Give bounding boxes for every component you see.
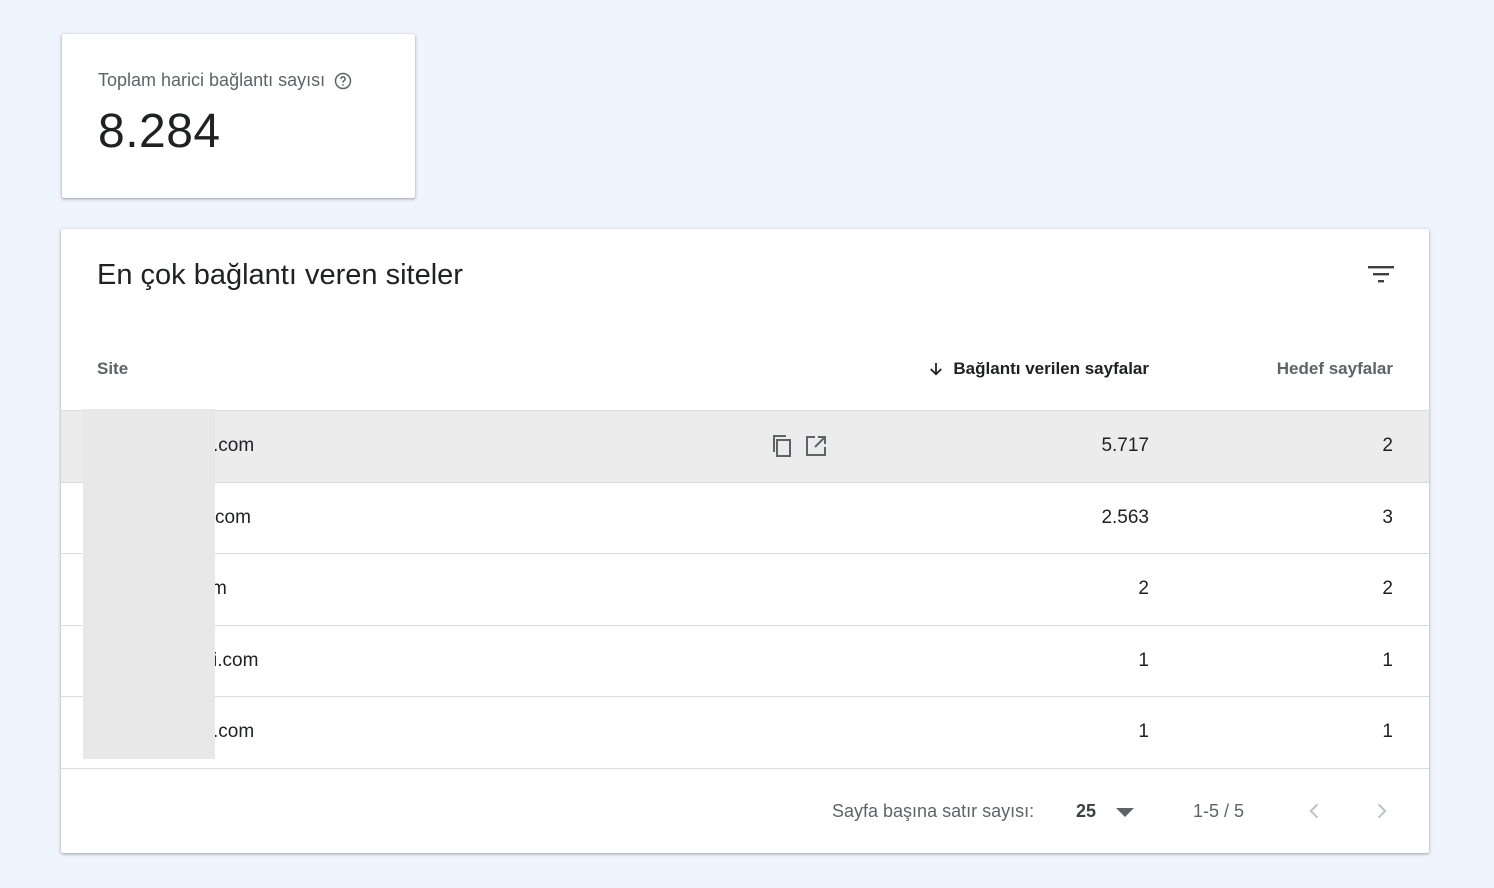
- cell-linking-pages: 2: [1138, 578, 1149, 600]
- cell-target-pages: 3: [1382, 506, 1393, 528]
- card-title: En çok bağlantı veren siteler: [97, 259, 463, 291]
- stat-label-text: Toplam harici bağlantı sayısı: [98, 70, 326, 90]
- cell-site: i.com: [213, 649, 259, 671]
- row-actions: [769, 433, 829, 459]
- redaction-block: [83, 409, 215, 759]
- cell-target-pages: 1: [1382, 721, 1393, 743]
- total-external-links-card: Toplam harici bağlantı sayısı 8.284: [62, 34, 415, 198]
- cell-site: com: [215, 506, 251, 528]
- pagination-footer: Sayfa başına satır sayısı: 25 1-5 / 5: [61, 769, 1429, 853]
- cell-site: .com: [213, 721, 255, 743]
- filter-button[interactable]: [1363, 257, 1399, 293]
- table-header: Site Bağlantı verilen sayfalar Hedef say…: [61, 329, 1429, 411]
- pagination-range: 1-5 / 5: [1193, 801, 1245, 821]
- cell-linking-pages: 1: [1138, 649, 1149, 671]
- table-row[interactable]: .com 5.717 2: [61, 411, 1429, 483]
- table-row[interactable]: .com 1 1: [61, 697, 1429, 769]
- column-header-linking-pages[interactable]: Bağlantı verilen sayfalar: [927, 359, 1149, 379]
- rows-per-page-label: Sayfa başına satır sayısı:: [832, 801, 1035, 821]
- table-row[interactable]: i.com 1 1: [61, 626, 1429, 697]
- rows-per-page-select[interactable]: 25: [1076, 801, 1135, 822]
- chevron-right-icon: [1377, 803, 1387, 819]
- cell-linking-pages: 2.563: [1101, 506, 1149, 528]
- top-linking-sites-card: En çok bağlantı veren siteler Site Bağla…: [61, 229, 1429, 853]
- help-circle-icon[interactable]: [333, 71, 353, 91]
- open-in-new-icon[interactable]: [803, 433, 829, 459]
- table-row[interactable]: com 2.563 3: [61, 483, 1429, 554]
- table-body: .com 5.717 2 com 2.563 3 m 2 2 i.com 1 1…: [61, 411, 1429, 769]
- cell-target-pages: 2: [1382, 435, 1393, 457]
- table-row[interactable]: m 2 2: [61, 554, 1429, 626]
- column-header-site[interactable]: Site: [97, 359, 128, 379]
- column-header-target-pages[interactable]: Hedef sayfalar: [1277, 359, 1393, 379]
- chevron-left-icon: [1309, 803, 1319, 819]
- rows-per-page-value: 25: [1076, 801, 1097, 821]
- cell-target-pages: 1: [1382, 649, 1393, 671]
- cell-target-pages: 2: [1382, 578, 1393, 600]
- arrow-down-icon: [930, 363, 943, 376]
- dropdown-caret-icon: [1116, 808, 1135, 817]
- filter-icon: [1368, 266, 1394, 283]
- next-page-button[interactable]: [1363, 793, 1399, 829]
- column-header-linking-pages-label: Bağlantı verilen sayfalar: [953, 359, 1149, 378]
- stat-value: 8.284: [98, 105, 221, 158]
- copy-icon[interactable]: [769, 433, 795, 459]
- previous-page-button[interactable]: [1297, 793, 1333, 829]
- cell-linking-pages: 1: [1138, 721, 1149, 743]
- stat-label: Toplam harici bağlantı sayısı: [98, 70, 353, 91]
- cell-linking-pages: 5.717: [1101, 435, 1149, 457]
- cell-site: .com: [213, 435, 255, 457]
